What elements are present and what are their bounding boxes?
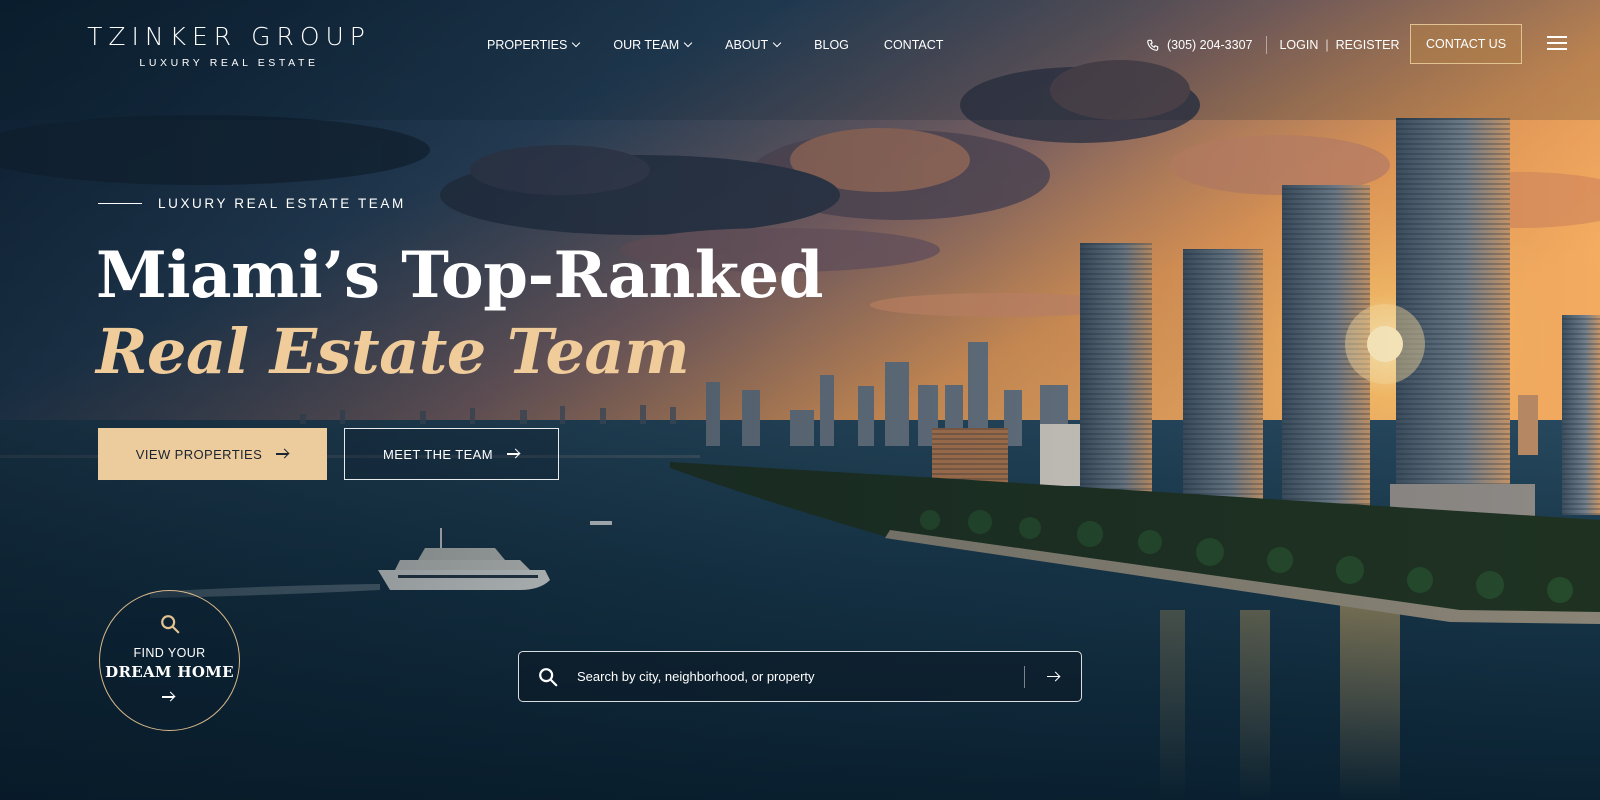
headline-line-2: Real Estate Team <box>96 315 690 388</box>
arrow-right-icon <box>276 449 289 459</box>
search-icon <box>539 667 558 686</box>
nav-label-blog: BLOG <box>814 38 849 52</box>
headline-line-1: Miami’s Top-Ranked <box>96 238 824 313</box>
arrow-right-icon <box>506 449 520 459</box>
divider <box>1266 36 1268 54</box>
hamburger-menu-icon[interactable] <box>1547 36 1567 50</box>
meet-the-team-label: MEET THE TEAM <box>383 446 493 462</box>
eyebrow-text: LUXURY REAL ESTATE TEAM <box>158 196 406 211</box>
arrow-right-icon <box>162 692 175 702</box>
property-search-bar <box>518 651 1082 702</box>
nav-item-our-team[interactable]: OUR TEAM <box>613 38 693 52</box>
nav-label-properties: PROPERTIES <box>487 38 568 52</box>
eyebrow-rule <box>98 202 142 205</box>
login-separator: | <box>1325 38 1329 52</box>
find-your-text: FIND YOUR <box>133 646 206 660</box>
search-input[interactable] <box>577 652 1024 701</box>
nav-label-our-team: OUR TEAM <box>613 38 680 52</box>
search-submit-button[interactable] <box>1025 652 1081 701</box>
brand-name: TZINKER GROUP <box>87 22 371 51</box>
nav-item-blog[interactable]: BLOG <box>814 38 849 52</box>
contact-us-button[interactable]: CONTACT US <box>1410 24 1522 64</box>
meet-the-team-button[interactable]: MEET THE TEAM <box>344 428 559 480</box>
nav-item-about[interactable]: ABOUT <box>725 38 782 52</box>
chevron-down-icon <box>772 38 782 48</box>
login-link[interactable]: LOGIN <box>1279 38 1318 52</box>
hero-headline: Miami’s Top-Ranked Real Estate Team <box>96 238 824 390</box>
nav-item-contact[interactable]: CONTACT <box>884 38 944 52</box>
hero-eyebrow: LUXURY REAL ESTATE TEAM <box>98 196 406 211</box>
main-nav: PROPERTIES OUR TEAM ABOUT BLOG CONTACT <box>487 38 943 52</box>
brand-tagline: LUXURY REAL ESTATE <box>139 57 319 69</box>
dream-home-text: DREAM HOME <box>105 663 234 681</box>
utility-bar: (305) 204-3307 LOGIN | REGISTER <box>1146 36 1400 54</box>
view-properties-button[interactable]: VIEW PROPERTIES <box>98 428 327 480</box>
arrow-right-icon <box>1046 672 1060 682</box>
phone-number[interactable]: (305) 204-3307 <box>1167 38 1252 52</box>
search-icon <box>161 615 180 634</box>
view-properties-label: VIEW PROPERTIES <box>135 446 263 462</box>
chevron-down-icon <box>572 38 581 48</box>
brand-logo[interactable]: TZINKER GROUP LUXURY REAL ESTATE <box>84 22 374 69</box>
chevron-down-icon <box>683 38 693 48</box>
register-link[interactable]: REGISTER <box>1336 38 1400 52</box>
nav-item-properties[interactable]: PROPERTIES <box>487 38 581 52</box>
find-dream-home-button[interactable]: FIND YOUR DREAM HOME <box>99 590 240 731</box>
phone-icon <box>1147 39 1159 51</box>
nav-label-contact: CONTACT <box>883 38 944 52</box>
nav-label-about: ABOUT <box>725 38 769 52</box>
